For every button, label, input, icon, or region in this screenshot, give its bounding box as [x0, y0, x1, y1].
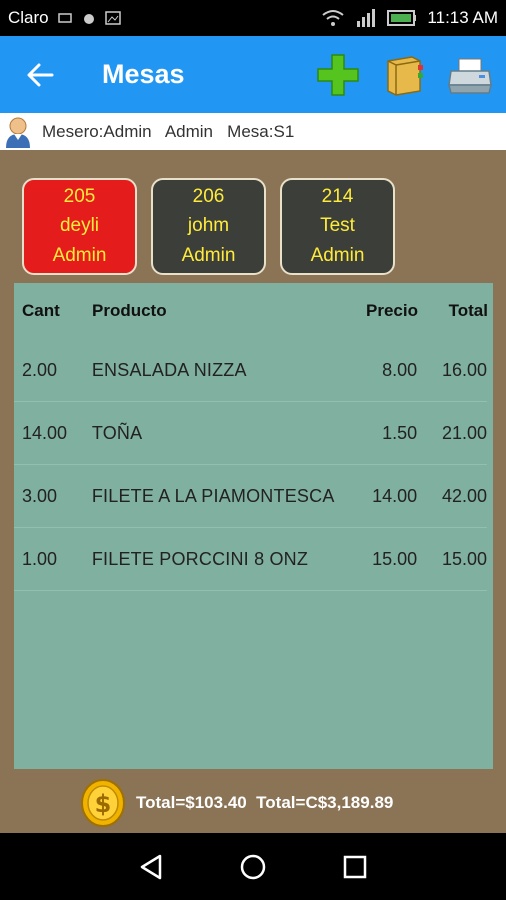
table-name: Test [320, 215, 355, 237]
status-bar: Claro 11:13 AM [0, 0, 506, 36]
nav-recents-icon [343, 855, 367, 878]
table-waiter: Admin [52, 245, 107, 267]
header-precio: Precio [366, 301, 418, 320]
android-icon [83, 14, 94, 24]
order-row[interactable]: 2.00 ENSALADA NIZZA 8.00 16.00 [14, 339, 487, 402]
order-header: Cant Producto Precio Total [14, 283, 493, 339]
printer-icon [448, 58, 492, 94]
status-time: 11:13 AM [427, 8, 498, 27]
image-icon [104, 11, 121, 25]
battery-icon [387, 10, 417, 26]
totals-text: Total=$103.40 Total=C$3,189.89 [136, 792, 394, 812]
order-row[interactable]: 1.00 FILETE PORCCINI 8 ONZ 15.00 15.00 [14, 528, 487, 591]
svg-text:$: $ [95, 790, 112, 818]
page-title: Mesas [102, 59, 185, 89]
table-waiter: Admin [181, 245, 236, 267]
row-cant: 3.00 [22, 485, 58, 506]
header-producto: Producto [92, 301, 167, 320]
notebook-icon [387, 55, 423, 96]
order-row[interactable]: 3.00 FILETE A LA PIAMONTESCA 14.00 42.00 [14, 465, 487, 528]
table-card-205[interactable]: 205 deyli Admin [22, 178, 137, 275]
table-list: 205 deyli Admin 206 johm Admin 214 Test … [22, 178, 395, 275]
carrier-label: Claro [8, 8, 49, 27]
table-number: 206 [192, 185, 225, 207]
back-button[interactable] [10, 36, 70, 113]
row-total: 16.00 [441, 359, 487, 380]
nav-recents-button[interactable] [333, 845, 377, 889]
row-total: 15.00 [441, 548, 487, 569]
info-text: Mesero:Admin Admin Mesa:S1 [42, 121, 295, 141]
row-precio: 8.00 [382, 359, 418, 380]
print-button[interactable] [446, 51, 494, 99]
system-nav-bar [0, 833, 506, 900]
wifi-icon [322, 10, 345, 26]
add-button[interactable] [314, 51, 362, 99]
row-cant: 2.00 [22, 359, 58, 380]
add-plus-icon [317, 53, 359, 96]
table-card-214[interactable]: 214 Test Admin [280, 178, 395, 275]
arrow-left-icon [27, 63, 54, 86]
notebook-button[interactable] [380, 51, 428, 99]
row-precio: 15.00 [372, 548, 418, 569]
row-precio: 14.00 [372, 485, 418, 506]
order-row[interactable]: 14.00 TOÑA 1.50 21.00 [14, 402, 487, 465]
header-cant: Cant [22, 301, 60, 320]
table-name: johm [187, 215, 230, 237]
app-bar: Mesas [0, 36, 506, 113]
notification-icon [57, 13, 72, 23]
table-number: 214 [321, 185, 354, 207]
nav-home-button[interactable] [231, 845, 275, 889]
row-producto: TOÑA [91, 422, 143, 443]
table-card-206[interactable]: 206 johm Admin [151, 178, 266, 275]
nav-back-icon [140, 854, 162, 879]
totals-footer: $ Total=$103.40 Total=C$3,189.89 [0, 772, 506, 833]
row-precio: 1.50 [382, 422, 418, 443]
header-total: Total [448, 301, 488, 320]
row-producto: FILETE PORCCINI 8 ONZ [91, 548, 309, 569]
info-bar: Mesero:Admin Admin Mesa:S1 [0, 113, 506, 150]
signal-icon [357, 9, 376, 27]
row-total: 21.00 [441, 422, 487, 443]
row-producto: FILETE A LA PIAMONTESCA [91, 485, 335, 506]
table-number: 205 [63, 185, 96, 207]
dollar-coin-icon: $ [81, 778, 125, 827]
nav-back-button[interactable] [129, 845, 173, 889]
order-list: Cant Producto Precio Total 2.00 ENSALADA… [14, 283, 493, 769]
row-total: 42.00 [441, 485, 487, 506]
row-cant: 14.00 [22, 422, 68, 443]
row-cant: 1.00 [22, 548, 58, 569]
table-waiter: Admin [310, 245, 365, 267]
nav-home-icon [240, 854, 266, 879]
table-name: deyli [59, 215, 100, 237]
user-avatar-icon [6, 117, 30, 148]
row-producto: ENSALADA NIZZA [91, 359, 247, 380]
